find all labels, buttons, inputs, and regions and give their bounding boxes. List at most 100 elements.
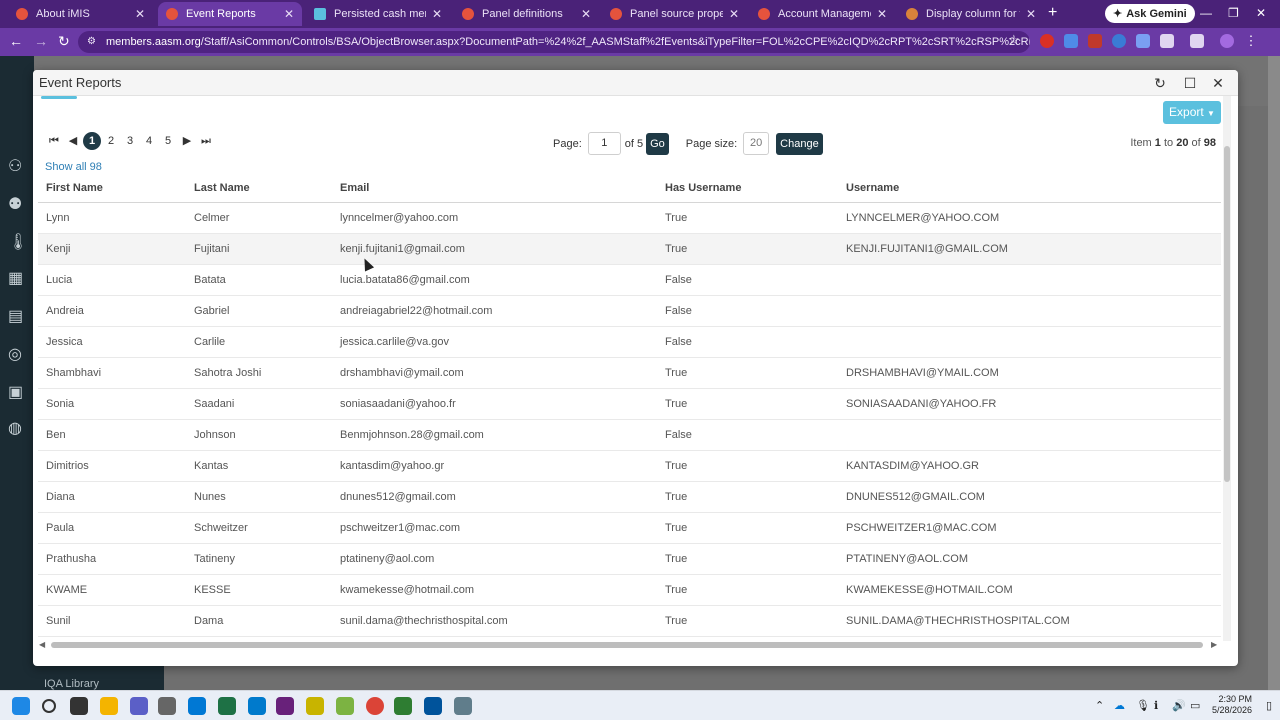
vertical-scroll-thumb[interactable] xyxy=(1224,146,1230,482)
page-link-4[interactable]: 4 xyxy=(140,132,158,150)
refresh-icon[interactable]: ↻ xyxy=(1150,73,1170,93)
table-row[interactable]: Dimitrios Kantas kantasdim@yahoo.gr True KAN… xyxy=(38,451,1221,482)
page-size-input[interactable]: 20 xyxy=(743,132,770,155)
column-header-username[interactable]: Username xyxy=(846,174,899,202)
table-row[interactable]: Shambhavi Sahotra Joshi drshambhavi@ymail.… xyxy=(38,358,1221,389)
restore-window-icon[interactable]: ❐ xyxy=(1228,6,1239,20)
table-row[interactable]: Sunil Dama sunil.dama@thechristhospital.co… xyxy=(38,606,1221,637)
file-explorer-icon[interactable] xyxy=(100,697,118,715)
page-link-3[interactable]: 3 xyxy=(121,132,139,150)
table-row[interactable]: Lynn Celmer lynncelmer@yahoo.com True LYNNCE… xyxy=(38,203,1221,234)
scroll-right-icon[interactable]: ▶ xyxy=(1211,640,1217,649)
onedrive-icon[interactable]: ☁ xyxy=(1114,699,1125,712)
people-icon[interactable]: ⚇ xyxy=(8,156,28,176)
app-icon-green[interactable] xyxy=(394,697,412,715)
last-page-icon[interactable]: ⏭ xyxy=(197,132,215,150)
ask-gemini-button[interactable]: ✦ Ask Gemini xyxy=(1105,4,1195,23)
site-info-icon[interactable]: ⚙ xyxy=(87,31,96,53)
table-row[interactable]: KWAME KESSE kwamekesse@hotmail.com True KWAM… xyxy=(38,575,1221,606)
browser-tab-account-management[interactable]: Account Management Setti ✕ xyxy=(750,2,895,26)
show-all-link[interactable]: Show all 98 xyxy=(45,161,102,173)
thermometer-icon[interactable]: 🌡 xyxy=(8,232,28,252)
browser-tab-event-reports[interactable]: Event Reports ✕ xyxy=(158,2,302,26)
go-button[interactable]: Go xyxy=(646,132,669,155)
tray-chevron-icon[interactable]: ⌃ xyxy=(1095,699,1104,712)
close-tab-icon[interactable]: ✕ xyxy=(581,7,591,21)
next-page-icon[interactable]: ▶ xyxy=(178,132,196,150)
table-row[interactable]: Kenji Fujitani kenji.fujitani1@gmail.com Tr… xyxy=(38,234,1221,265)
horizontal-scroll-thumb[interactable] xyxy=(51,642,1203,648)
excel-icon[interactable] xyxy=(218,697,236,715)
extensions-puzzle-icon[interactable] xyxy=(1160,34,1174,48)
close-tab-icon[interactable]: ✕ xyxy=(284,7,294,21)
minimize-window-icon[interactable]: — xyxy=(1200,6,1212,20)
column-header-has-username[interactable]: Has Username xyxy=(665,174,741,202)
column-header-first-name[interactable]: First Name xyxy=(46,174,103,202)
forward-arrow-icon[interactable]: → xyxy=(34,33,48,49)
table-row[interactable]: Prathusha Tatineny ptatineny@aol.com True PT… xyxy=(38,544,1221,575)
page-link-5[interactable]: 5 xyxy=(159,132,177,150)
scroll-left-icon[interactable]: ◀ xyxy=(39,640,45,649)
volume-icon[interactable]: 🔊 xyxy=(1172,699,1186,712)
briefcase-icon[interactable]: ▣ xyxy=(8,382,28,402)
target-icon[interactable]: ◎ xyxy=(8,344,28,364)
grid-vertical-scrollbar[interactable] xyxy=(1223,96,1231,641)
browser-menu-icon[interactable]: ⋮ xyxy=(1244,34,1258,48)
notifications-icon[interactable]: ▯ xyxy=(1266,699,1272,712)
notepad-icon[interactable] xyxy=(336,697,354,715)
extension-grid-icon[interactable] xyxy=(1136,34,1150,48)
table-row[interactable]: Ben Johnson Benmjohnson.28@gmail.com False xyxy=(38,420,1221,451)
close-window-icon[interactable]: ✕ xyxy=(1256,6,1266,20)
close-dialog-icon[interactable]: ✕ xyxy=(1208,73,1228,93)
page-number-input[interactable]: 1 xyxy=(587,132,621,155)
language-icon[interactable]: ℹ xyxy=(1154,699,1158,712)
extension-flag-icon[interactable] xyxy=(1088,34,1102,48)
extension-red-icon[interactable] xyxy=(1040,34,1054,48)
close-tab-icon[interactable]: ✕ xyxy=(135,7,145,21)
system-clock[interactable]: 2:30 PM 5/28/2026 xyxy=(1212,694,1252,716)
app-icon-yellow[interactable] xyxy=(306,697,324,715)
browser-tab-display-column[interactable]: Display column for field valu ✕ xyxy=(898,2,1044,26)
contacts-icon[interactable]: ⚉ xyxy=(8,194,28,214)
outlook-icon[interactable] xyxy=(188,697,206,715)
page-link-1[interactable]: 1 xyxy=(83,132,101,150)
globe-icon[interactable]: ◍ xyxy=(8,418,28,438)
column-header-last-name[interactable]: Last Name xyxy=(194,174,250,202)
teams-icon[interactable] xyxy=(130,697,148,715)
search-icon[interactable] xyxy=(42,699,56,713)
extension-blue-icon[interactable] xyxy=(1064,34,1078,48)
vscode-icon[interactable] xyxy=(248,697,266,715)
browser-tab-about-imis[interactable]: About iMIS ✕ xyxy=(8,2,153,26)
extension-circle-icon[interactable] xyxy=(1112,34,1126,48)
export-button[interactable]: Export ▼ xyxy=(1163,101,1221,124)
first-page-icon[interactable]: ⏮ xyxy=(45,132,63,150)
table-row[interactable]: Diana Nunes dnunes512@gmail.com True DNUNES5… xyxy=(38,482,1221,513)
profile-avatar[interactable] xyxy=(1220,34,1234,48)
microphone-icon[interactable]: 🎙 xyxy=(1136,699,1150,712)
close-tab-icon[interactable]: ✕ xyxy=(1026,7,1036,21)
close-tab-icon[interactable]: ✕ xyxy=(432,7,442,21)
chart-icon[interactable]: ▤ xyxy=(8,306,28,326)
back-arrow-icon[interactable]: ← xyxy=(9,33,23,49)
app-icon-navy[interactable] xyxy=(424,697,442,715)
browser-tab-panel-definitions[interactable]: Panel definitions ✕ xyxy=(454,2,599,26)
calculator-icon[interactable] xyxy=(454,697,472,715)
close-tab-icon[interactable]: ✕ xyxy=(729,7,739,21)
table-row[interactable]: Lucia Batata lucia.batata86@gmail.com False xyxy=(38,265,1221,296)
table-row[interactable]: Sonia Saadani soniasaadani@yahoo.fr True SON… xyxy=(38,389,1221,420)
browser-tab-panel-source[interactable]: Panel source properties ✕ xyxy=(602,2,747,26)
grid-horizontal-scrollbar[interactable]: ◀ ▶ xyxy=(39,640,1219,650)
snipping-tool-icon[interactable] xyxy=(158,697,176,715)
browser-tab-persisted-cash[interactable]: Persisted cash membership ✕ xyxy=(306,2,450,26)
start-windows-icon[interactable] xyxy=(12,697,30,715)
table-row[interactable]: Jessica Carlile jessica.carlile@va.gov Fals… xyxy=(38,327,1221,358)
address-bar[interactable]: ⚙ members.aasm.org/Staff/AsiCommon/Contr… xyxy=(78,31,1030,53)
bookmark-star-icon[interactable]: ☆ xyxy=(1008,32,1020,48)
new-tab-icon[interactable]: + xyxy=(1048,4,1057,22)
side-panel-icon[interactable] xyxy=(1190,34,1204,48)
reload-icon[interactable]: ↻ xyxy=(58,33,70,50)
prev-page-icon[interactable]: ◀ xyxy=(64,132,82,150)
change-button[interactable]: Change xyxy=(776,132,823,155)
table-row[interactable]: Paula Schweitzer pschweitzer1@mac.com True P… xyxy=(38,513,1221,544)
close-tab-icon[interactable]: ✕ xyxy=(877,7,887,21)
